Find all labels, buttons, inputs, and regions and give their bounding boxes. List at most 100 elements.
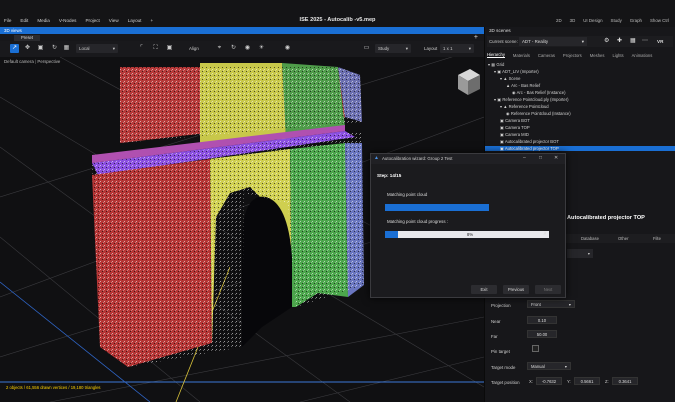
tree-item-reference-pointcloud-instance[interactable]: ◉ Reference Pointcloud (Instance): [506, 111, 571, 116]
workspace-3d[interactable]: 3D: [570, 18, 576, 23]
tree-item-reference-pointcloud-importer[interactable]: ▾ ▣ Reference Pointcloud.ply (Importer): [494, 97, 569, 102]
more-icon[interactable]: ⋯: [642, 37, 648, 44]
next-button[interactable]: Next: [535, 285, 561, 294]
dialog-titlebar[interactable]: ▲ Autocalibration wizard: Group 2 Test –…: [371, 154, 565, 164]
maximize-icon[interactable]: □: [539, 155, 542, 161]
current-scene-select[interactable]: ADT - Reality ▾: [519, 37, 587, 46]
workspace-graph[interactable]: Graph: [630, 18, 642, 23]
pin-target-label: Pin target: [491, 349, 510, 354]
current-scene-value: ADT - Reality: [522, 39, 549, 44]
properties-dropdown[interactable]: ▾: [567, 249, 593, 258]
light-icon[interactable]: ☀: [257, 44, 266, 53]
cancel-task-icon[interactable]: ✗: [543, 231, 547, 237]
monitor-icon[interactable]: ▭: [362, 44, 371, 53]
corner-tool-icon[interactable]: ⌜: [137, 44, 146, 53]
far-label: Far: [491, 334, 498, 339]
z-axis-label: Z:: [605, 379, 609, 384]
add-scene-icon[interactable]: ✚: [617, 37, 622, 44]
exit-button[interactable]: Exit: [471, 285, 497, 294]
select-tool-icon[interactable]: ↗: [10, 44, 19, 53]
far-input[interactable]: 50.00: [527, 330, 557, 338]
tab-animations[interactable]: Animations: [632, 53, 653, 58]
pin-target-checkbox[interactable]: [532, 345, 539, 352]
layout-select-value: 1 x 1: [443, 46, 453, 51]
target-z-input[interactable]: 0.3641: [612, 377, 638, 385]
image-tool-icon[interactable]: ▣: [165, 44, 174, 53]
near-label: Near: [491, 319, 501, 324]
tree-item-grid[interactable]: ▾ ▦ Grid: [488, 62, 504, 67]
add-tab-icon[interactable]: +: [474, 34, 478, 41]
tab-materials[interactable]: Materials: [513, 53, 530, 58]
x-axis-label: X:: [529, 379, 533, 384]
tree-item-camera-mid[interactable]: ▣ Camera MID: [500, 132, 529, 137]
minimize-icon[interactable]: –: [523, 155, 526, 161]
tree-item-arc-bas-relief-instance[interactable]: ◉ Arc - Bas Relief (Instance): [512, 90, 565, 95]
step-indicator: Step: 14/15: [377, 173, 402, 178]
refresh-icon[interactable]: ↻: [229, 44, 238, 53]
viewport-stats: 2 objects / 61,556 drawn vertices / 19,1…: [6, 385, 101, 390]
tree-item-camera-bot[interactable]: ▣ Camera BOT: [500, 118, 530, 123]
workspace-show-ctrl[interactable]: Show Ctrl: [650, 18, 669, 23]
coordinate-space-select[interactable]: Local ▾: [76, 44, 118, 53]
projection-mode[interactable]: Perspective: [37, 59, 60, 64]
tab-other[interactable]: Other: [618, 236, 628, 241]
workspace-switcher: 2D 3D UI Design Study Graph Show Ctrl: [556, 18, 669, 23]
workspace-ui-design[interactable]: UI Design: [583, 18, 602, 23]
chevron-down-icon: ▾: [581, 39, 584, 44]
target-mode-label: Target mode: [491, 365, 516, 370]
grid-icon[interactable]: ▦: [630, 37, 636, 44]
snap-icon[interactable]: ▦: [62, 44, 71, 53]
move-tool-icon[interactable]: ✥: [23, 44, 32, 53]
tab-lights[interactable]: Lights: [612, 53, 623, 58]
target-mode-select[interactable]: Manual ▾: [527, 362, 571, 370]
workspace-2d[interactable]: 2D: [556, 18, 562, 23]
projection-value: Front: [531, 302, 541, 307]
tree-item-projector-top[interactable]: ▣ Autocalibrated projector TOP: [485, 146, 675, 151]
tab-filters[interactable]: Filte: [653, 236, 661, 241]
tree-item-adt-importer[interactable]: ▾ ▣ ADT_LIV (Importer): [494, 69, 539, 74]
tab-cameras[interactable]: Cameras: [538, 53, 555, 58]
tree-item-camera-top[interactable]: ▣ Camera TOP: [500, 125, 530, 130]
tab-hierarchy[interactable]: Hierarchy: [487, 52, 505, 58]
previous-button[interactable]: Previous: [503, 285, 529, 294]
chevron-down-icon: ▾: [405, 46, 408, 51]
tree-item-scene[interactable]: ▾ ▲ Scene: [500, 76, 520, 81]
viewport-header-title: 3D views: [4, 28, 22, 33]
camera-icon[interactable]: ◉: [283, 44, 292, 53]
tab-projectors[interactable]: Projectors: [563, 53, 582, 58]
target-x-input[interactable]: -0.7632: [536, 377, 562, 385]
tree-item-projector-bot[interactable]: ▣ Autocalibrated projector BOT: [500, 139, 559, 144]
crosshair-icon[interactable]: ⌖: [215, 44, 224, 53]
tab-database[interactable]: Database: [581, 236, 599, 241]
arch-pointcloud[interactable]: [92, 63, 364, 367]
projection-select[interactable]: Front ▾: [527, 300, 575, 308]
close-icon[interactable]: ✕: [554, 155, 558, 161]
study-select[interactable]: Study ▾: [375, 44, 411, 53]
chevron-down-icon: ▾: [468, 46, 471, 51]
rotate-tool-icon[interactable]: ↻: [50, 44, 59, 53]
tab-meshes[interactable]: Meshes: [590, 53, 605, 58]
tree-item-arc-bas-relief[interactable]: ▲ Arc - Bas Relief: [506, 83, 540, 88]
target-y-input[interactable]: 0.5661: [574, 377, 600, 385]
scale-tool-icon[interactable]: ▣: [36, 44, 45, 53]
frame-tool-icon[interactable]: ⛶: [151, 44, 160, 53]
tree-item-reference-pointcloud[interactable]: ▾ ▲ Reference Pointcloud: [500, 104, 549, 109]
camera-name[interactable]: Default camera: [4, 59, 34, 64]
align-label[interactable]: Align: [189, 46, 199, 51]
camera-label[interactable]: Default camera | Perspective: [4, 59, 60, 64]
vr-button[interactable]: VR: [657, 39, 663, 44]
viewport-toolbar: ↗ ✥ ▣ ↻ ▦ Local ▾ ⌜ ⛶ ▣ Align ⌖ ↻ ◉ ☀ ◉ …: [0, 41, 484, 57]
workspace-study[interactable]: Study: [611, 18, 622, 23]
task2-progress-track: 8%: [385, 231, 549, 238]
layout-select[interactable]: 1 x 1 ▾: [440, 44, 474, 53]
task1-progress-fill: [385, 204, 489, 211]
view-cube[interactable]: [458, 69, 480, 95]
autocalibration-dialog: ▲ Autocalibration wizard: Group 2 Test –…: [370, 153, 566, 298]
task2-progress-percent: 8%: [467, 232, 474, 237]
globe-icon[interactable]: ◉: [243, 44, 252, 53]
near-input[interactable]: 0.10: [527, 316, 557, 324]
settings-gear-icon[interactable]: ⚙: [604, 37, 609, 44]
study-select-value: Study: [378, 46, 390, 51]
layout-label: Layout: [424, 46, 438, 51]
scene-selector-row: Current scene: ADT - Reality ▾ ⚙ ✚ ▦ ⋯ V…: [487, 36, 673, 47]
